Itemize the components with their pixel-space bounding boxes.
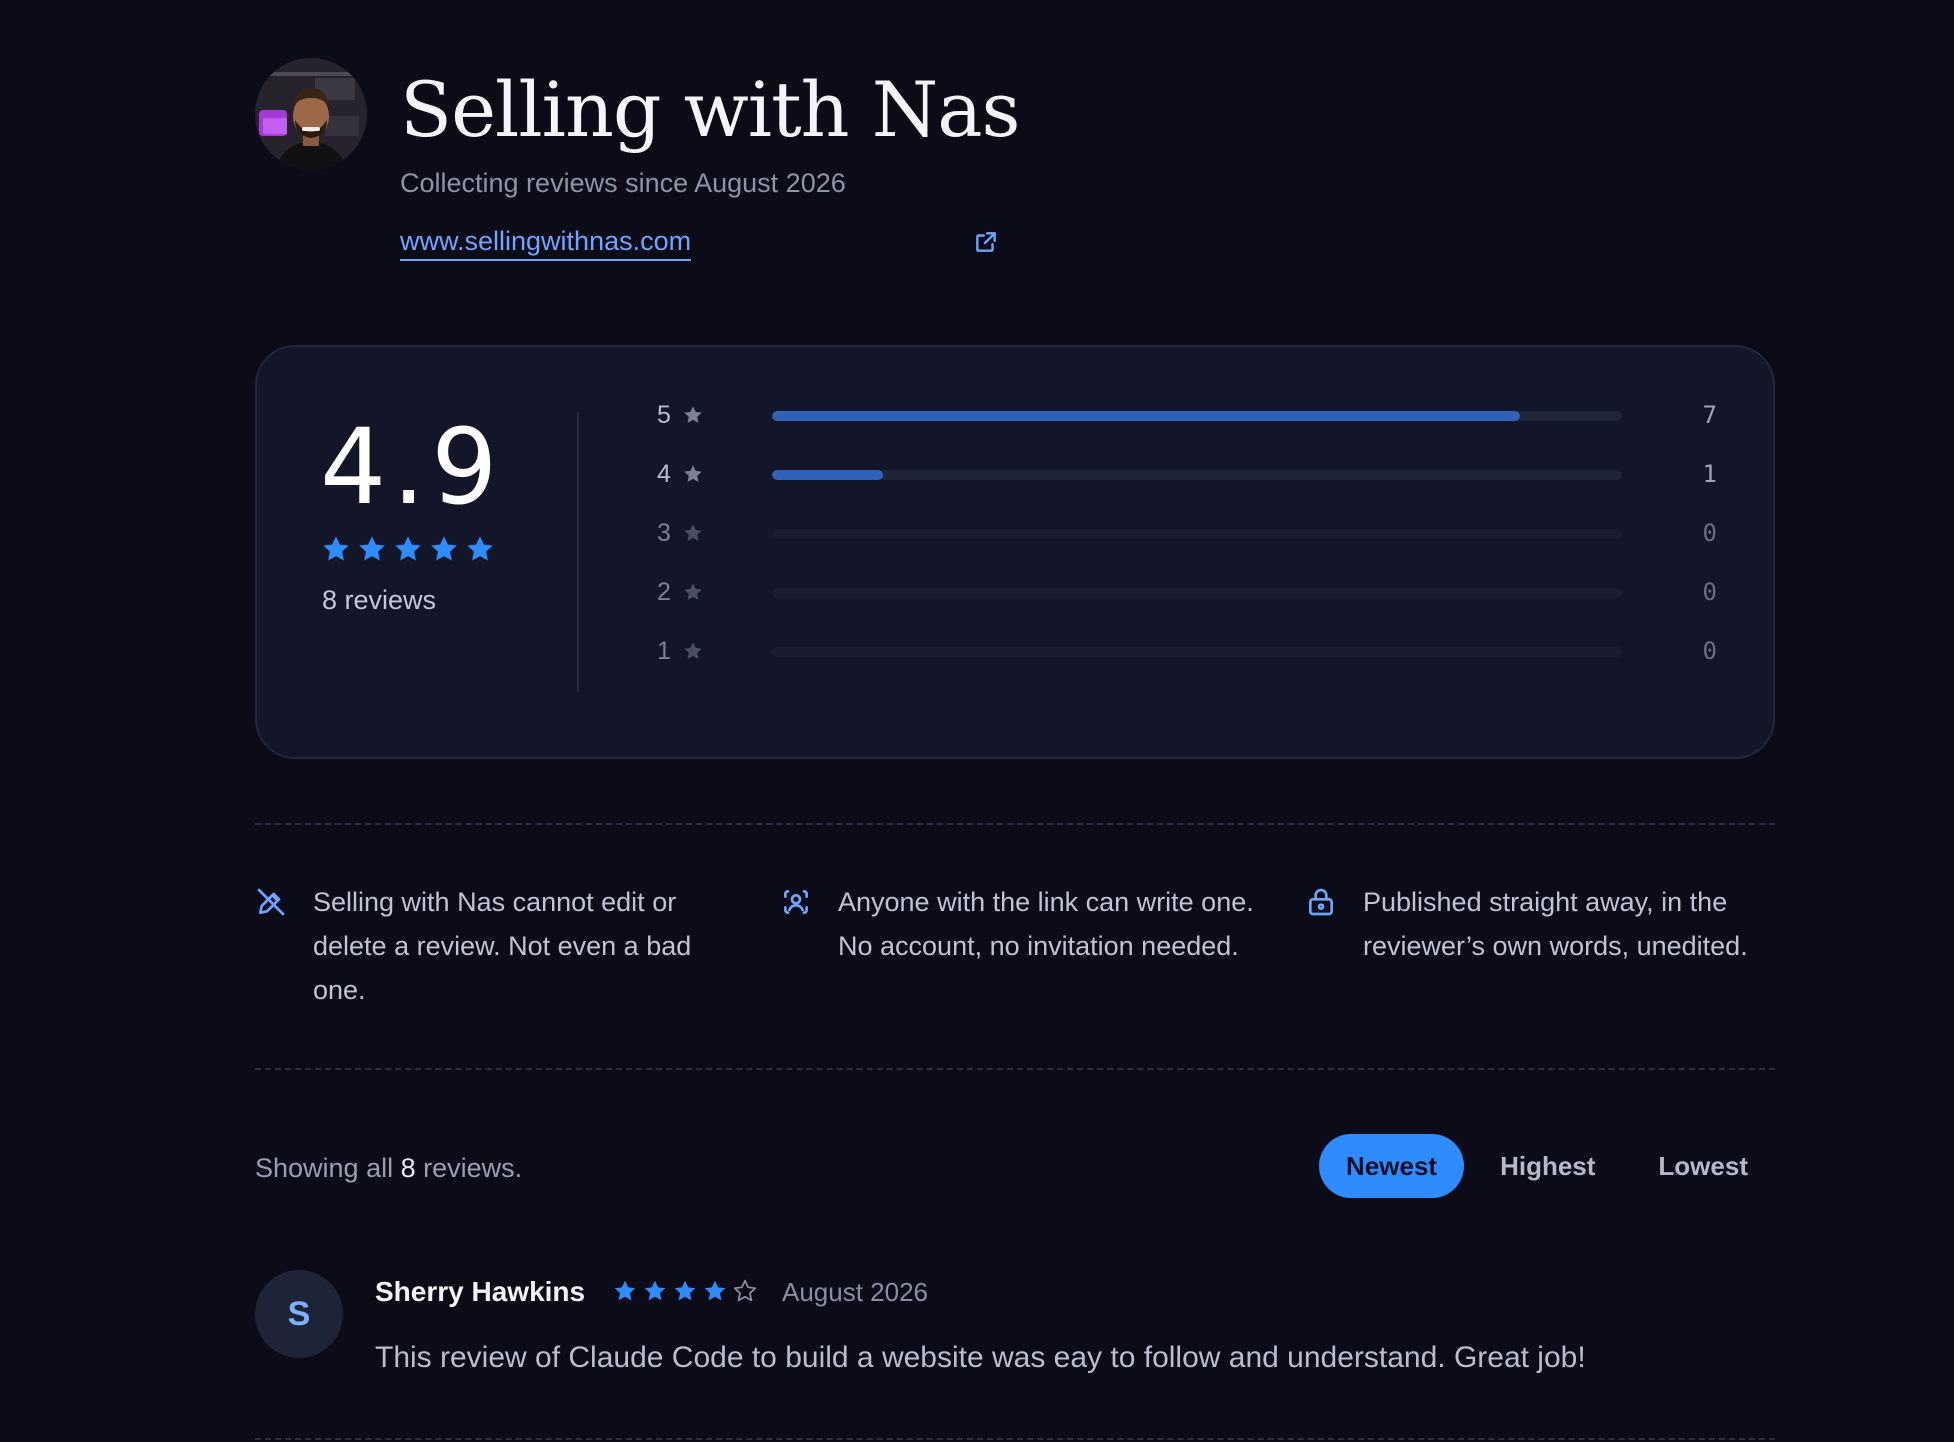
star-icon xyxy=(644,1280,666,1301)
star-icon xyxy=(323,536,349,561)
star-icon xyxy=(684,642,702,659)
rating-bar-track xyxy=(772,588,1622,598)
showing-count: 8 xyxy=(400,1153,416,1183)
star-icon xyxy=(684,524,702,541)
star-icon xyxy=(614,1280,636,1301)
rating-row-count: 0 xyxy=(1702,519,1717,547)
rating-bar-fill xyxy=(772,411,1520,421)
rating-bar-track xyxy=(772,470,1622,480)
star-icon xyxy=(704,1280,726,1301)
rating-row-1: 10 xyxy=(657,631,1717,690)
star-icon xyxy=(395,536,421,561)
rating-distribution: 5741302010 xyxy=(657,395,1717,690)
review-count: 8 reviews xyxy=(322,585,437,615)
collecting-since: Collecting reviews since August 2026 xyxy=(400,168,846,198)
rating-bar-fill xyxy=(772,470,883,480)
sort-newest-button[interactable]: Newest xyxy=(1319,1134,1465,1198)
rating-row-count: 0 xyxy=(1702,637,1717,665)
card-divider xyxy=(577,412,579,692)
page: Selling with Nas Collecting reviews sinc… xyxy=(255,0,1775,1440)
profile-header: Selling with Nas Collecting reviews sinc… xyxy=(255,0,1775,300)
website-link[interactable]: www.sellingwithnas.com xyxy=(400,226,692,261)
average-score: 4.9 xyxy=(320,406,504,528)
star-icon xyxy=(684,406,702,423)
pencil-off-icon xyxy=(257,888,285,916)
review-body: This review of Claude Code to build a we… xyxy=(375,1341,1586,1374)
star-outline-icon xyxy=(733,1279,757,1302)
divider xyxy=(255,823,1775,825)
rating-row-4: 41 xyxy=(657,454,1717,513)
rating-bar-track xyxy=(772,529,1622,539)
rating-row-count: 1 xyxy=(1702,460,1717,488)
user-scan-icon xyxy=(784,890,808,914)
rating-row-label: 2 xyxy=(657,578,671,606)
review-date: August 2026 xyxy=(782,1277,929,1307)
divider xyxy=(255,1438,1775,1440)
star-icon xyxy=(467,536,493,561)
showing-count-text: Showing all 8 reviews. xyxy=(255,1153,523,1183)
star-icon xyxy=(674,1280,696,1301)
feature-text: Published straight away, in the reviewer… xyxy=(1363,887,1748,961)
rating-row-label: 5 xyxy=(657,401,671,429)
sort-lowest-button[interactable]: Lowest xyxy=(1631,1134,1775,1198)
rating-row-count: 0 xyxy=(1702,578,1717,606)
rating-row-5: 57 xyxy=(657,395,1717,454)
rating-row-2: 20 xyxy=(657,572,1717,631)
rating-row-label: 1 xyxy=(657,637,671,665)
rating-row-label: 4 xyxy=(657,460,671,488)
rating-row-count: 7 xyxy=(1702,401,1717,429)
reviewer-avatar: S xyxy=(255,1270,343,1358)
sort-options: Newest Highest Lowest xyxy=(1310,1134,1775,1198)
profile-avatar xyxy=(255,58,367,170)
rating-row-3: 30 xyxy=(657,513,1717,572)
feature-text: Anyone with the link can write one. No a… xyxy=(838,887,1254,961)
rating-bar-track xyxy=(772,411,1622,421)
lock-icon xyxy=(1309,888,1333,916)
feature-text: Selling with Nas cannot edit or delete a… xyxy=(313,887,692,1005)
rating-summary-card: 4.9 8 reviews 5741302010 xyxy=(255,345,1775,759)
review-rating-stars xyxy=(612,1278,758,1304)
rating-bar-track xyxy=(772,647,1622,657)
star-icon xyxy=(684,583,702,600)
reviewer-name: Sherry Hawkins xyxy=(375,1276,586,1307)
star-icon xyxy=(684,465,702,482)
star-icon xyxy=(359,536,385,561)
sort-highest-button[interactable]: Highest xyxy=(1473,1134,1622,1198)
star-icon xyxy=(431,536,457,561)
rating-row-label: 3 xyxy=(657,519,671,547)
divider xyxy=(255,1068,1775,1070)
external-link-icon[interactable] xyxy=(973,229,999,255)
average-stars xyxy=(320,533,496,565)
page-title: Selling with Nas xyxy=(400,65,1021,154)
